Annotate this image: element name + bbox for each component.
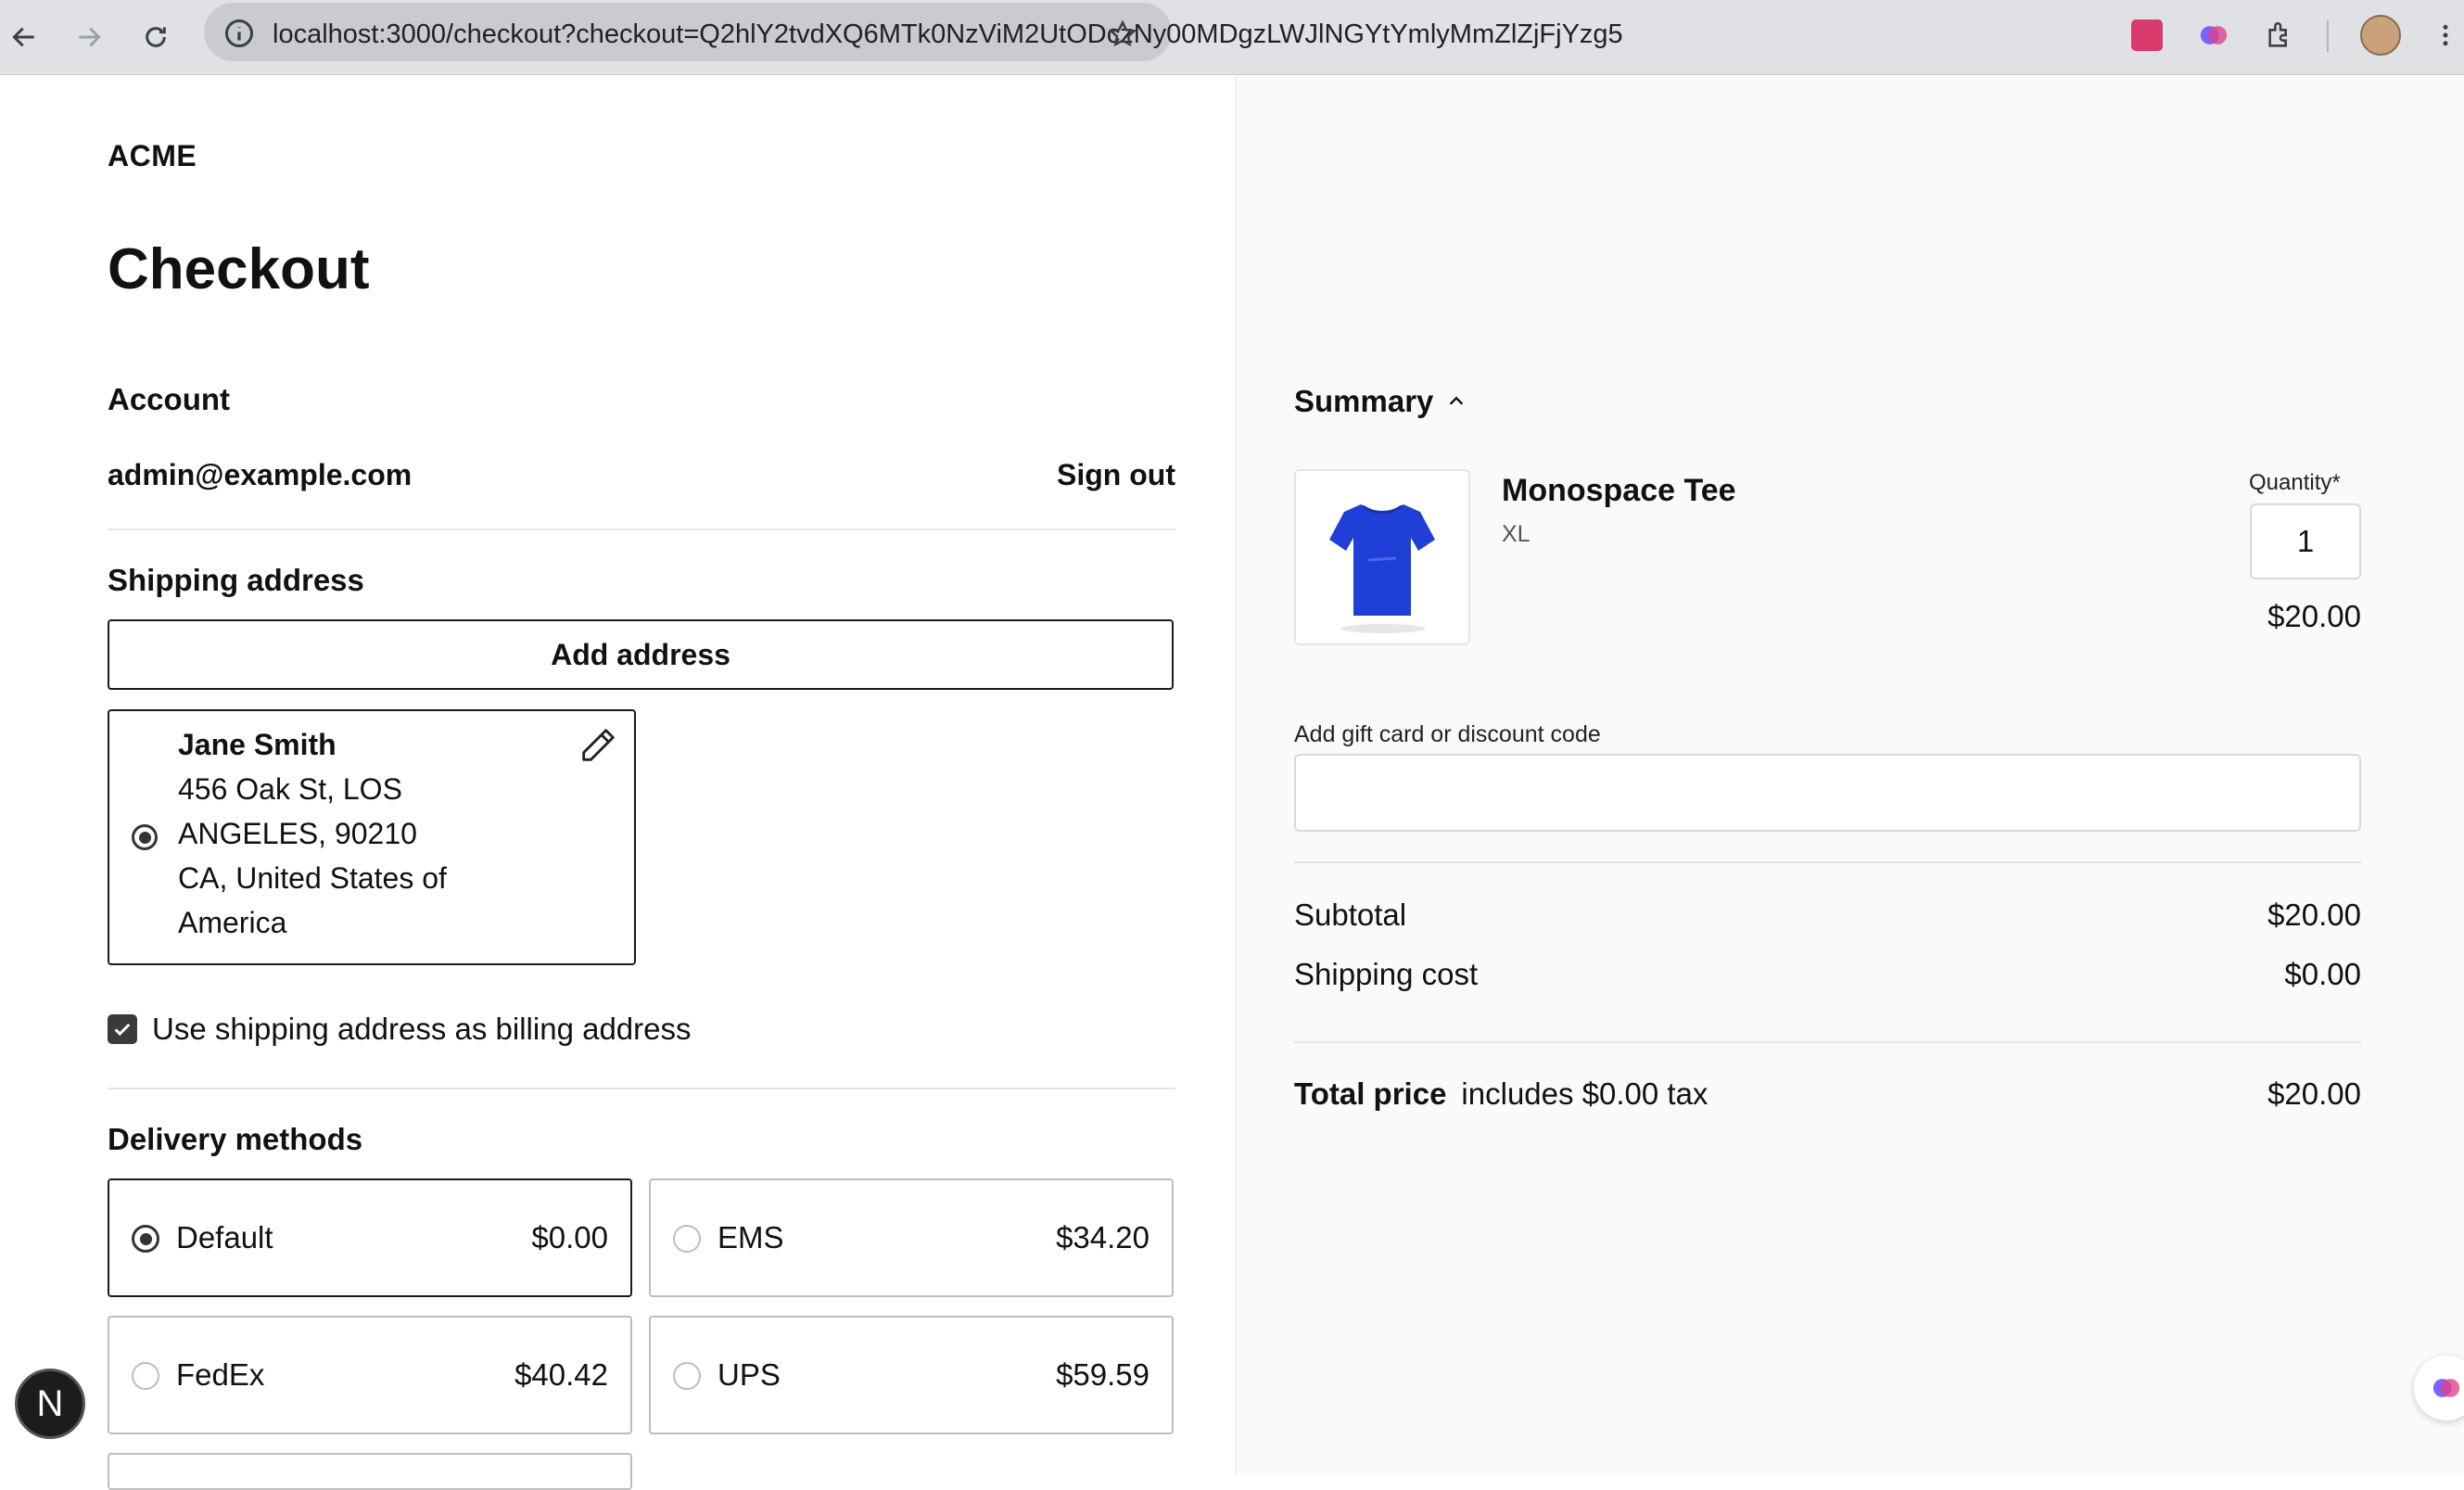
translate-extension-icon[interactable] [2125, 13, 2169, 57]
delivery-name: Default [176, 1220, 273, 1254]
delivery-heading: Delivery methods [108, 1122, 363, 1156]
quantity-label: Quantity* [2249, 470, 2341, 495]
delivery-name: FedEx [176, 1357, 265, 1392]
delivery-price: $40.42 [514, 1357, 608, 1392]
brain-extension-icon[interactable] [2191, 13, 2236, 57]
checkmark-icon [114, 1023, 131, 1037]
delivery-radio[interactable] [673, 1225, 701, 1253]
product-thumbnail [1294, 469, 1470, 645]
sign-out-button[interactable]: Sign out [1057, 458, 1175, 492]
delivery-radio[interactable] [673, 1362, 701, 1390]
delivery-price: $0.00 [531, 1220, 608, 1254]
total-label: Total price [1294, 1076, 1447, 1111]
address-bar[interactable]: localhost:3000/checkout?checkout=Q2hlY2t… [204, 3, 1623, 61]
page-title: Checkout [108, 237, 370, 301]
account-email: admin@example.com [108, 458, 413, 491]
tshirt-image [1329, 504, 1435, 633]
shipping-cost-value: $0.00 [2284, 957, 2361, 991]
bookmark-star-icon[interactable] [1107, 19, 1138, 50]
address-card[interactable]: Jane Smith 456 Oak St, LOS ANGELES, 9021… [108, 709, 636, 965]
delivery-radio[interactable] [132, 1225, 159, 1253]
arrow-right-icon [79, 27, 101, 47]
delivery-radio[interactable] [132, 1362, 159, 1390]
summary-divider [1294, 861, 2361, 863]
pencil-edit-icon[interactable] [577, 724, 619, 767]
brain-icon [2432, 1379, 2460, 1397]
gift-card-input[interactable] [1294, 754, 2361, 832]
address-name: Jane Smith [178, 728, 337, 761]
billing-same-label: Use shipping address as billing address [152, 1012, 692, 1046]
shipping-cost-label: Shipping cost [1294, 957, 1479, 991]
address-line: 456 Oak St, LOS [178, 772, 402, 806]
reload-button[interactable] [132, 13, 180, 61]
product-variant: XL [1502, 521, 1530, 547]
summary-toggle[interactable]: Summary [1294, 384, 1467, 419]
gift-card-label: Add gift card or discount code [1294, 721, 1601, 747]
browser-toolbar: localhost:3000/checkout?checkout=Q2hlY2t… [0, 0, 2464, 75]
total-row: Total price includes $0.00 tax [1294, 1076, 1708, 1112]
total-value: $20.00 [2267, 1076, 2361, 1111]
delivery-name: EMS [718, 1220, 784, 1254]
address-line: ANGELES, 90210 [178, 817, 417, 850]
delivery-name: UPS [718, 1357, 781, 1392]
extensions-puzzle-icon[interactable] [2258, 13, 2303, 57]
browser-menu-icon[interactable] [2423, 13, 2464, 57]
address-line: America [178, 906, 287, 939]
delivery-option-ups[interactable]: UPS $59.59 [649, 1316, 1174, 1434]
account-heading: Account [108, 382, 230, 416]
tax-note: includes $0.00 tax [1461, 1076, 1708, 1111]
billing-same-checkbox[interactable] [108, 1014, 137, 1044]
nextjs-dev-badge[interactable]: N [15, 1369, 85, 1439]
toolbar-divider [2327, 20, 2329, 52]
product-name[interactable]: Monospace Tee [1502, 473, 1736, 509]
chevron-up-icon [1450, 396, 1464, 405]
line-item-price: $20.00 [2267, 599, 2361, 633]
forward-button[interactable] [65, 13, 113, 61]
add-address-button[interactable]: Add address [108, 619, 1174, 690]
delivery-price: $59.59 [1056, 1357, 1149, 1392]
quantity-input[interactable] [2250, 503, 2361, 579]
delivery-price: $34.20 [1056, 1220, 1149, 1254]
arrow-left-icon [12, 27, 34, 47]
summary-heading: Summary [1294, 384, 1434, 418]
delivery-option-partial[interactable] [108, 1453, 632, 1490]
shipping-heading: Shipping address [108, 563, 364, 597]
brand-logo[interactable]: ACME [108, 139, 197, 173]
address-text: Jane Smith 456 Oak St, LOS ANGELES, 9021… [178, 722, 447, 945]
billing-same-checkbox-row[interactable]: Use shipping address as billing address [108, 1012, 692, 1047]
reload-icon [146, 27, 166, 47]
summary-divider [1294, 1041, 2361, 1043]
back-button[interactable] [0, 13, 48, 61]
url-text[interactable]: localhost:3000/checkout?checkout=Q2hlY2t… [273, 3, 1623, 66]
delivery-option-fedex[interactable]: FedEx $40.42 [108, 1316, 632, 1434]
delivery-option-default[interactable]: Default $0.00 [108, 1178, 632, 1297]
profile-avatar[interactable] [2358, 13, 2403, 57]
address-radio[interactable] [132, 824, 158, 850]
subtotal-label: Subtotal [1294, 898, 1407, 932]
subtotal-value: $20.00 [2267, 898, 2361, 932]
section-divider [108, 1088, 1175, 1089]
section-divider [108, 529, 1175, 530]
address-line: CA, United States of [178, 861, 447, 895]
delivery-option-ems[interactable]: EMS $34.20 [649, 1178, 1174, 1297]
site-info-icon[interactable] [222, 17, 256, 50]
